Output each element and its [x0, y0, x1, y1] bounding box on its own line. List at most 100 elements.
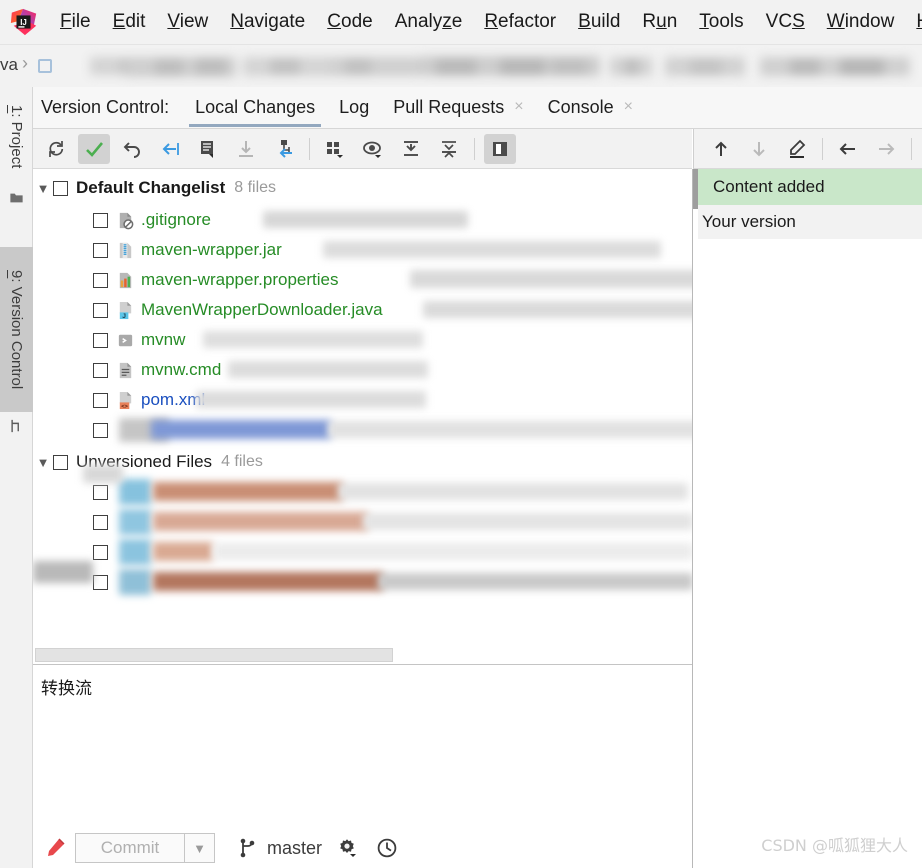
rollback-icon[interactable]: [116, 134, 148, 164]
commit-message-input[interactable]: 转换流: [33, 665, 692, 699]
file-name-redacted: [153, 482, 343, 501]
file-name: maven-wrapper.properties: [141, 270, 339, 289]
toggle-preview-panel-icon[interactable]: [484, 133, 516, 164]
commit-check-icon[interactable]: [78, 133, 110, 164]
shell-script-icon: [118, 334, 133, 346]
tab-log[interactable]: Log: [327, 89, 381, 127]
accept-left-arrow-icon[interactable]: [832, 134, 864, 164]
properties-file-icon: [119, 272, 132, 288]
menu-item-help[interactable]: Help: [905, 9, 922, 36]
clock-history-icon[interactable]: [372, 833, 402, 863]
commit-button-label: Commit: [100, 838, 160, 857]
close-icon[interactable]: ×: [624, 99, 633, 115]
menu-bar: IJ File Edit View Navigate Code Analyze …: [0, 0, 922, 45]
folder-icon: [10, 193, 23, 203]
menu-item-vcs[interactable]: VCS: [755, 9, 816, 36]
file-icon-redacted: [119, 509, 151, 535]
get-from-vcs-icon[interactable]: [230, 134, 262, 164]
file-checkbox[interactable]: [93, 514, 108, 530]
shelve-silently-icon[interactable]: [154, 134, 186, 164]
menu-item-code[interactable]: Code: [316, 9, 383, 36]
file-icon-redacted: [119, 479, 151, 505]
menu-item-edit[interactable]: Edit: [102, 9, 157, 36]
changelist-group-default[interactable]: ▼ Default Changelist 8 files: [33, 175, 692, 201]
file-checkbox[interactable]: [93, 242, 108, 258]
show-diff-icon[interactable]: [192, 134, 224, 164]
tab-console[interactable]: Console ×: [536, 89, 645, 127]
next-difference-icon[interactable]: [743, 134, 775, 164]
menu-item-window[interactable]: Window: [816, 9, 906, 36]
table-row[interactable]: [33, 479, 692, 505]
changelist-checkbox[interactable]: [53, 180, 68, 196]
file-checkbox[interactable]: [93, 272, 108, 288]
sidebar-item-project-label: 1: Project: [8, 105, 25, 169]
file-checkbox[interactable]: [93, 544, 108, 560]
commit-message-area[interactable]: 转换流: [33, 664, 692, 828]
current-branch-label[interactable]: master: [267, 838, 322, 859]
table-row[interactable]: <> pom.xml: [33, 387, 692, 413]
menu-item-refactor[interactable]: Refactor: [473, 9, 567, 36]
changelist-file-count: 4 files: [221, 453, 263, 470]
changelist-checkbox[interactable]: [53, 454, 68, 470]
table-row[interactable]: J MavenWrapperDownloader.java: [33, 297, 692, 323]
changelist-group-unversioned[interactable]: ▼ Unversioned Files 4 files: [33, 449, 692, 475]
table-row[interactable]: .gitignore: [33, 207, 692, 233]
changes-tree[interactable]: ▼ Default Changelist 8 files .gitignore: [33, 169, 692, 646]
commit-dropdown-button[interactable]: ▼: [185, 833, 215, 863]
table-row[interactable]: mvnw: [33, 327, 692, 353]
tab-console-label: Console: [547, 96, 614, 117]
table-row[interactable]: maven-wrapper.jar: [33, 237, 692, 263]
commit-button[interactable]: Commit: [75, 833, 185, 863]
menu-item-view[interactable]: View: [156, 9, 219, 36]
file-name: mvnw.cmd: [141, 360, 222, 379]
menu-item-file[interactable]: File: [49, 9, 102, 36]
file-checkbox[interactable]: [93, 422, 108, 438]
sidebar-item-version-control[interactable]: 9: Version Control: [0, 247, 33, 412]
file-path-redacted: [423, 301, 692, 318]
move-to-changelist-icon[interactable]: [268, 134, 300, 164]
file-checkbox[interactable]: [93, 392, 108, 408]
gear-icon[interactable]: [332, 833, 362, 863]
toolbar-separator: [911, 137, 912, 160]
changelist-name: Default Changelist: [76, 178, 226, 197]
chevron-down-icon[interactable]: ▼: [33, 455, 53, 470]
file-checkbox[interactable]: [93, 332, 108, 348]
file-path-redacted: [228, 361, 428, 378]
table-row[interactable]: [33, 509, 692, 535]
file-path-redacted: [196, 391, 426, 408]
file-name: maven-wrapper.jar: [141, 240, 282, 259]
collapse-all-icon[interactable]: [433, 134, 465, 164]
file-checkbox[interactable]: [93, 362, 108, 378]
file-checkbox[interactable]: [93, 302, 108, 318]
menu-item-run[interactable]: Run: [631, 9, 688, 36]
file-checkbox[interactable]: [93, 484, 108, 500]
menu-item-tools[interactable]: Tools: [688, 9, 754, 36]
pencil-edit-icon[interactable]: [43, 836, 67, 860]
commit-bottom-bar: Commit ▼ master: [33, 828, 692, 868]
sidebar-item-project[interactable]: 1: Project: [0, 89, 33, 185]
horizontal-scrollbar[interactable]: [35, 648, 393, 662]
accept-right-arrow-icon[interactable]: [870, 134, 902, 164]
eye-preview-icon[interactable]: [357, 134, 389, 164]
menu-item-navigate[interactable]: Navigate: [219, 9, 316, 36]
tab-pull-requests[interactable]: Pull Requests ×: [381, 89, 535, 127]
chevron-down-icon[interactable]: ▼: [33, 181, 53, 196]
menu-item-analyze[interactable]: Analyze: [384, 9, 474, 36]
tab-local-changes[interactable]: Local Changes: [183, 89, 327, 127]
table-row[interactable]: [33, 569, 692, 595]
table-row[interactable]: maven-wrapper.properties: [33, 267, 692, 293]
group-by-icon[interactable]: [319, 134, 351, 164]
refresh-icon[interactable]: [40, 134, 72, 164]
table-row[interactable]: mvnw.cmd: [33, 357, 692, 383]
close-icon[interactable]: ×: [514, 99, 523, 115]
table-row[interactable]: [33, 417, 692, 443]
file-checkbox[interactable]: [93, 574, 108, 590]
xml-file-icon: <>: [119, 391, 132, 410]
expand-all-icon[interactable]: [395, 134, 427, 164]
previous-difference-icon[interactable]: [705, 134, 737, 164]
file-path-redacted: [338, 483, 688, 500]
menu-item-build[interactable]: Build: [567, 9, 631, 36]
file-checkbox[interactable]: [93, 212, 108, 228]
table-row[interactable]: [33, 539, 692, 565]
edit-source-icon[interactable]: [781, 134, 813, 164]
